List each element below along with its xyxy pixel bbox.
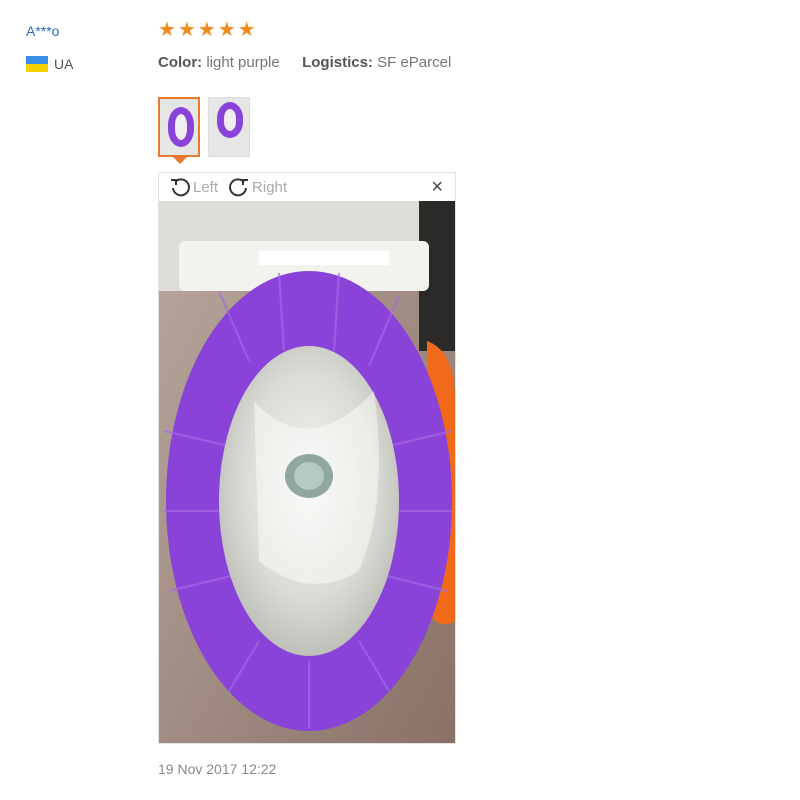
- star-icon: ★: [237, 19, 256, 41]
- star-icon: ★: [177, 19, 196, 41]
- review-photo: [159, 201, 455, 743]
- color-value: light purple: [206, 54, 280, 71]
- rotate-left-button[interactable]: Left: [169, 176, 218, 198]
- ukraine-flag-icon: [26, 56, 48, 72]
- color-label: Color:: [158, 54, 203, 71]
- star-icon: ★: [197, 19, 216, 41]
- thumbnail-pointer: [173, 157, 187, 164]
- close-icon[interactable]: ×: [431, 176, 443, 198]
- review-meta: Color: light purple Logistics: SF eParce…: [158, 54, 778, 71]
- toilet-seat-image: [217, 102, 243, 138]
- thumbnail-2[interactable]: [208, 97, 250, 157]
- reviewer-country: UA: [26, 56, 136, 72]
- review-content: ★ ★ ★ ★ ★ Color: light purple Logistics: SF …: [158, 18, 778, 71]
- toilet-seat-image: [168, 107, 194, 147]
- star-rating: ★ ★ ★ ★ ★: [158, 18, 778, 42]
- star-icon: ★: [158, 19, 176, 41]
- rotate-left-icon: [171, 178, 190, 197]
- country-code: UA: [54, 56, 74, 72]
- viewer-toolbar: Left Right ×: [159, 173, 455, 201]
- logistics-value: SF eParcel: [377, 54, 452, 71]
- reviewer-name: A***o: [26, 23, 60, 39]
- rotate-right-button[interactable]: Right: [228, 176, 287, 198]
- review-date: 19 Nov 2017 12:22: [158, 761, 277, 777]
- thumbnail-1[interactable]: [158, 97, 200, 157]
- logistics-label: Logistics:: [302, 54, 373, 71]
- reviewer-info: A***o UA: [26, 20, 136, 72]
- rotate-right-icon: [229, 178, 249, 197]
- rotate-left-label: Left: [193, 178, 219, 196]
- photo-thumbnails: [158, 97, 250, 157]
- rotate-right-label: Right: [252, 178, 288, 196]
- star-icon: ★: [217, 19, 236, 41]
- photo-viewer: Left Right ×: [158, 172, 456, 744]
